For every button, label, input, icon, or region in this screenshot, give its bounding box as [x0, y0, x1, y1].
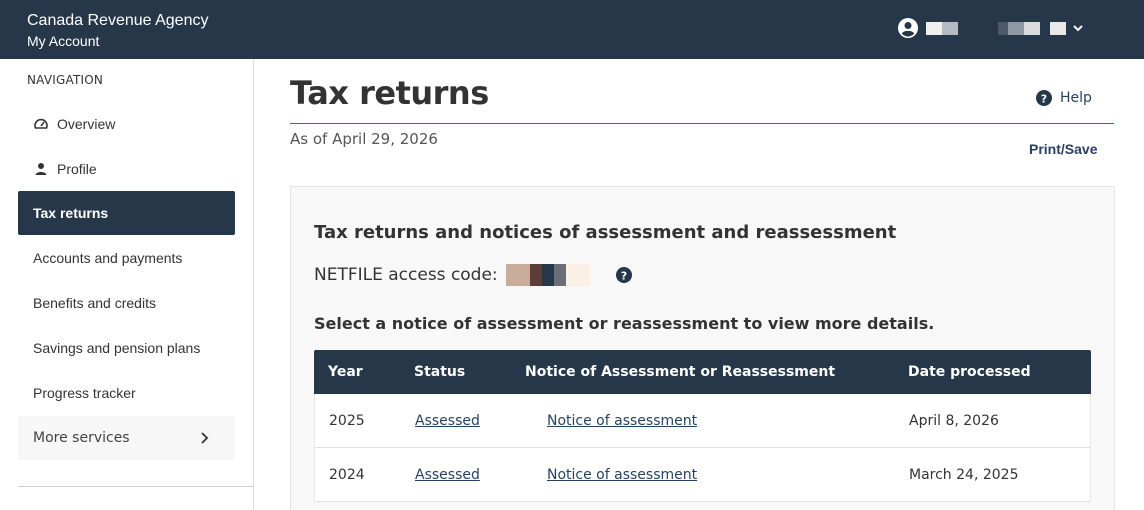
sidebar-item-progress-tracker[interactable]: Progress tracker — [18, 371, 235, 415]
table-header: Year Status Notice of Assessment or Reas… — [314, 350, 1091, 394]
divider — [18, 486, 254, 487]
status-link[interactable]: Assessed — [415, 467, 480, 483]
question-circle-icon[interactable]: ? — [615, 267, 632, 283]
sidebar-item-benefits-credits[interactable]: Benefits and credits — [18, 281, 235, 325]
notice-link[interactable]: Notice of assessment — [547, 467, 697, 483]
help-label: Help — [1060, 90, 1092, 106]
redacted-username — [926, 21, 1066, 35]
notice-link[interactable]: Notice of assessment — [547, 413, 697, 429]
help-link[interactable]: ? Help — [1036, 90, 1092, 106]
table-row: 2025 Assessed Notice of assessment April… — [314, 394, 1091, 448]
person-icon — [35, 163, 47, 175]
sidebar-navigation: NAVIGATION Overview Profile Tax returns … — [0, 59, 254, 510]
netfile-access-code: NETFILE access code: ? — [314, 264, 632, 286]
date-cell: April 8, 2026 — [909, 413, 999, 429]
sidebar-item-tax-returns[interactable]: Tax returns — [18, 191, 235, 235]
nav-heading: NAVIGATION — [27, 73, 104, 87]
sidebar-item-label: More services — [33, 430, 130, 446]
top-header: Canada Revenue Agency My Account — [0, 0, 1144, 59]
column-header-status: Status — [414, 364, 466, 380]
tax-returns-table: Year Status Notice of Assessment or Reas… — [314, 350, 1091, 502]
sidebar-item-accounts-payments[interactable]: Accounts and payments — [18, 236, 235, 280]
sidebar-item-overview[interactable]: Overview — [18, 102, 235, 146]
date-cell: March 24, 2025 — [909, 467, 1019, 483]
sidebar-item-label: Accounts and payments — [33, 250, 183, 266]
brand[interactable]: Canada Revenue Agency My Account — [27, 10, 208, 51]
column-header-date-processed: Date processed — [908, 364, 1031, 380]
sidebar-item-label: Savings and pension plans — [33, 340, 201, 356]
sidebar-item-label: Overview — [57, 116, 116, 132]
year-cell: 2024 — [329, 467, 365, 483]
as-of-date: As of April 29, 2026 — [290, 130, 438, 148]
account-circle-icon — [898, 18, 918, 38]
sidebar-item-more-services[interactable]: More services — [18, 416, 235, 460]
svg-text:?: ? — [1041, 92, 1047, 105]
column-header-notice: Notice of Assessment or Reassessment — [525, 364, 836, 380]
sidebar-item-savings-pension[interactable]: Savings and pension plans — [18, 326, 235, 370]
page-title: Tax returns — [290, 74, 489, 112]
column-header-year: Year — [328, 364, 363, 380]
sidebar-item-profile[interactable]: Profile — [18, 147, 235, 191]
title-underline — [290, 123, 1114, 124]
user-menu[interactable] — [898, 18, 1084, 38]
table-row: 2024 Assessed Notice of assessment March… — [314, 448, 1091, 502]
instruction-text: Select a notice of assessment or reasses… — [314, 314, 935, 333]
product-name: My Account — [27, 33, 100, 49]
status-link[interactable]: Assessed — [415, 413, 480, 429]
speedometer-icon — [34, 118, 48, 129]
netfile-label: NETFILE access code: — [314, 265, 498, 285]
card-title: Tax returns and notices of assessment an… — [314, 222, 897, 243]
sidebar-item-label: Progress tracker — [33, 385, 136, 401]
svg-text:?: ? — [620, 269, 626, 282]
chevron-right-icon — [201, 432, 209, 444]
agency-name: Canada Revenue Agency — [27, 12, 209, 29]
question-circle-icon: ? — [1036, 90, 1052, 106]
sidebar-item-label: Tax returns — [33, 205, 109, 221]
sidebar-item-label: Benefits and credits — [33, 295, 156, 311]
chevron-down-icon — [1073, 25, 1083, 32]
year-cell: 2025 — [329, 413, 365, 429]
redacted-netfile-code — [505, 264, 590, 286]
sidebar-item-label: Profile — [57, 161, 97, 177]
print-save-link[interactable]: Print/Save — [1029, 141, 1097, 157]
